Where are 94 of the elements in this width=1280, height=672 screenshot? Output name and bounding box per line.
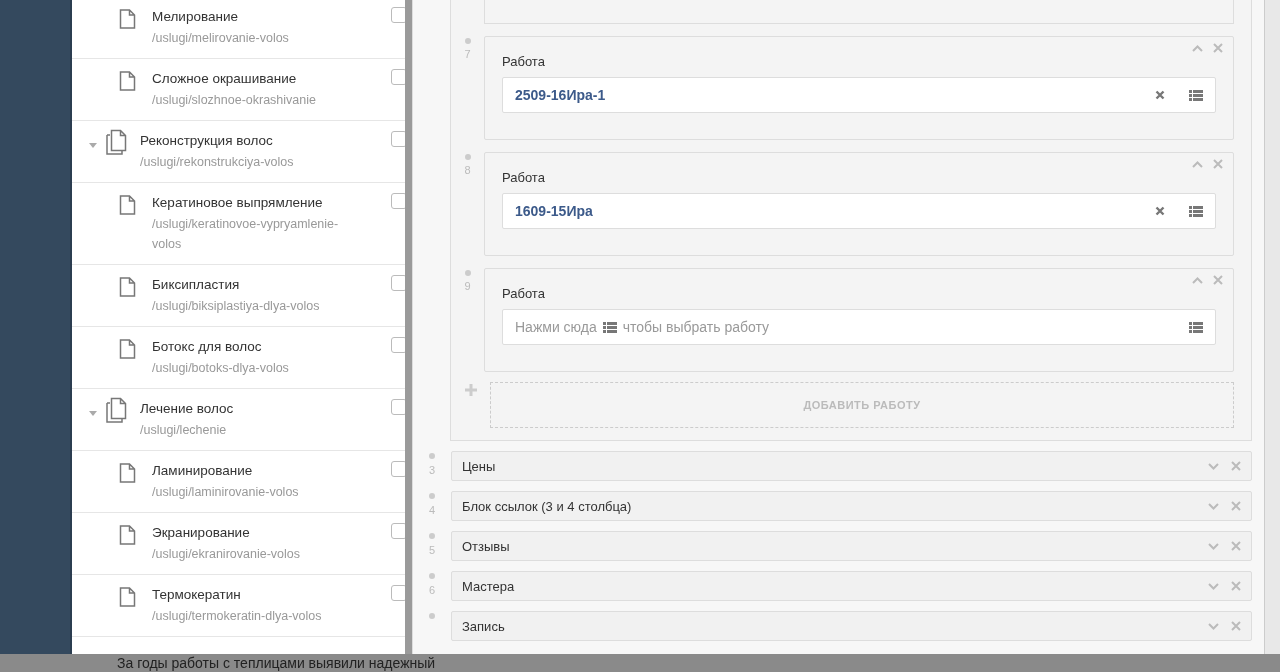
item-number: 4 [428,504,436,516]
field-label: Работа [502,54,545,69]
drag-handle-icon[interactable] [429,573,435,579]
select-field[interactable]: 2509-16Ира-1 [502,77,1216,113]
page-icon [119,71,136,91]
collapsed-block[interactable]: Отзывы [451,531,1252,561]
collapsed-block[interactable]: Запись [451,611,1252,641]
field-label: Работа [502,170,545,185]
close-icon[interactable] [1213,275,1223,285]
background-text: За годы работы с теплицами выявили надежный [117,655,436,671]
page-path: /uslugi/lechenie [140,422,228,439]
caret-icon[interactable] [89,143,97,148]
drag-handle-icon[interactable] [464,38,471,44]
placeholder-text: чтобы выбрать работу [622,319,770,335]
checkbox[interactable] [391,69,405,85]
select-field[interactable]: 1609-15Ира [502,193,1216,229]
item-number: 8 [464,164,471,176]
collapse-icon[interactable] [1192,160,1203,168]
page-path: /uslugi/botoks-dlya-volos [152,360,290,377]
list-icon [602,321,617,333]
checkbox[interactable] [391,337,405,353]
page-icon [119,587,136,607]
page-title[interactable]: Экранирование [152,523,250,542]
plus-icon[interactable] [464,384,477,396]
pages-icon [105,397,129,423]
drag-handle-icon[interactable] [464,154,471,160]
collapse-icon[interactable] [1192,44,1203,52]
expand-icon[interactable] [1208,502,1219,510]
page-title[interactable]: Лечение волос [140,399,234,418]
page-icon [119,195,136,215]
drag-handle-icon[interactable] [429,453,435,459]
page-path: /uslugi/keratinovoe-vypryamlenie-volos [152,216,340,253]
list-icon[interactable] [1189,205,1203,217]
page-title[interactable]: Биксипластия [152,275,240,294]
drag-handle-icon[interactable] [429,613,435,619]
checkbox[interactable] [391,585,405,601]
close-icon[interactable] [1213,43,1223,53]
checkbox[interactable] [391,399,405,415]
page-path: /uslugi/slozhnoe-okrashivanie [152,92,317,109]
item-number: 5 [428,544,436,556]
list-icon[interactable] [1189,321,1203,333]
pages-icon [105,129,129,155]
clear-icon[interactable] [1155,90,1165,100]
page-path: /uslugi/rekonstrukciya-volos [140,154,295,171]
page-path: /uslugi/laminirovanie-volos [152,484,300,501]
collapsed-block[interactable]: Мастера [451,571,1252,601]
checkbox[interactable] [391,193,405,209]
expand-icon[interactable] [1208,462,1219,470]
checkbox[interactable] [391,7,405,23]
close-icon[interactable] [1231,581,1241,591]
checkbox[interactable] [391,131,405,147]
page-path: /uslugi/termokeratin-dlya-volos [152,608,323,625]
collapsed-block[interactable]: Блок ссылок (3 и 4 столбца) [451,491,1252,521]
collapse-icon[interactable] [1192,276,1203,284]
page-icon [119,339,136,359]
drag-handle-icon[interactable] [464,270,471,276]
list-icon[interactable] [1189,89,1203,101]
page-title[interactable]: Ламинирование [152,461,253,480]
checkbox[interactable] [391,523,405,539]
clear-icon[interactable] [1155,206,1165,216]
page-title[interactable]: Сложное окрашивание [152,69,297,88]
close-icon[interactable] [1213,159,1223,169]
page-path: /uslugi/biksiplastiya-dlya-volos [152,298,321,315]
collapsed-block[interactable]: Цены [451,451,1252,481]
expand-icon[interactable] [1208,622,1219,630]
close-icon[interactable] [1231,621,1241,631]
close-icon[interactable] [1231,541,1241,551]
expand-icon[interactable] [1208,582,1219,590]
page-title[interactable]: Ботокс для волос [152,337,262,356]
expand-icon[interactable] [1208,542,1219,550]
page-title[interactable]: Мелирование [152,7,238,26]
page-icon [119,525,136,545]
page-title[interactable]: Реконструкция волос [140,131,273,150]
page-path: /uslugi/melirovanie-volos [152,30,290,47]
page-path: /uslugi/ekranirovanie-volos [152,546,301,563]
page-title[interactable]: Кератиновое выпрямление [152,193,323,212]
page-icon [119,277,136,297]
close-icon[interactable] [1231,501,1241,511]
scrollbar[interactable] [1264,0,1280,654]
page-title[interactable]: Термокератин [152,585,241,604]
checkbox[interactable] [391,275,405,291]
drag-handle-icon[interactable] [429,493,435,499]
checkbox[interactable] [391,461,405,477]
field-label: Работа [502,286,545,301]
item-number: 7 [464,48,471,60]
close-icon[interactable] [1231,461,1241,471]
item-number: 9 [464,280,471,292]
page-icon [119,9,136,29]
item-number: 3 [428,464,436,476]
caret-icon[interactable] [89,411,97,416]
page-icon [119,463,136,483]
drag-handle-icon[interactable] [429,533,435,539]
scrollbar[interactable] [405,0,412,654]
placeholder-text: Нажми сюда [515,319,597,335]
